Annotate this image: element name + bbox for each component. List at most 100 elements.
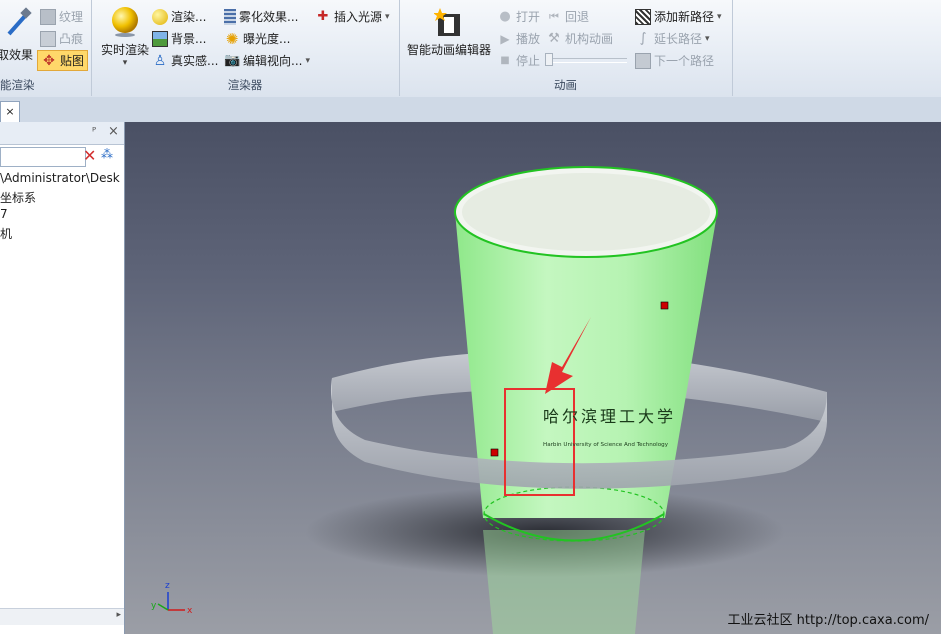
animation-slider[interactable] xyxy=(545,53,627,66)
bump-label: 凸痕 xyxy=(59,32,84,46)
decal-button[interactable]: ✥ 贴图 xyxy=(37,50,89,71)
texture-button[interactable]: 纹理 xyxy=(40,8,83,25)
light-insert-icon: ✚ xyxy=(317,8,329,24)
edit-view-label: 编辑视向... xyxy=(243,54,303,68)
rewind-button[interactable]: ⏮ 回退 xyxy=(546,8,589,25)
tree-item-coordinate-system[interactable]: 坐标系 xyxy=(0,189,120,206)
panel-header: ᴾ × xyxy=(0,122,124,145)
sphere-icon xyxy=(112,7,138,37)
next-path-button[interactable]: 下一个路径 xyxy=(635,52,714,69)
tree-item-path[interactable]: \Administrator\Desk xyxy=(0,171,120,185)
close-icon: × xyxy=(5,105,15,118)
landscape-icon xyxy=(152,30,168,47)
realism-label: 真实感... xyxy=(171,54,219,68)
film-star-icon xyxy=(433,8,460,36)
render-label: 渲染... xyxy=(171,10,207,24)
realism-button[interactable]: ♙ 真实感... xyxy=(152,52,219,69)
exposure-label: 曝光度... xyxy=(243,32,291,46)
sun-icon: ✺ xyxy=(225,29,239,48)
background-label: 背景... xyxy=(171,32,207,46)
bump-button[interactable]: 凸痕 xyxy=(40,30,83,47)
cup-decal-english: Harbin University of Science And Technol… xyxy=(543,442,669,448)
wrench-icon: ⚒ xyxy=(548,30,560,46)
axis-y-label: y xyxy=(151,601,157,611)
next-path-label: 下一个路径 xyxy=(654,54,715,68)
pick-effect-label: 取效果 xyxy=(0,48,34,62)
document-tab-strip xyxy=(0,97,941,123)
rewind-label: 回退 xyxy=(565,10,590,24)
cup-decal-chinese: 哈尔滨理工大学 xyxy=(543,407,676,426)
group2-label: 渲染器 xyxy=(227,78,263,92)
record-icon: ● xyxy=(499,8,511,24)
group1-label: 能渲染 xyxy=(0,78,35,92)
clapper-icon xyxy=(635,8,651,25)
yellow-sphere-icon xyxy=(152,8,168,25)
stop-icon: ■ xyxy=(500,54,510,66)
play-label: 播放 xyxy=(516,32,541,46)
scene-canvas: 哈尔滨理工大学 Harbin University of Science And… xyxy=(151,166,827,634)
person-icon: ♙ xyxy=(153,52,167,69)
design-tree-panel: ᴾ × ✕ ⁂ \Administrator\Desk 坐标系 7 机 ▸ xyxy=(0,122,125,634)
group-smart-render: 取效果 纹理 凸痕 ✥ 贴图 能渲染 xyxy=(0,0,92,96)
add-path-label: 添加新路径 xyxy=(654,10,715,24)
play-button[interactable]: ▶ 播放 xyxy=(497,30,540,47)
open-button[interactable]: ● 打开 xyxy=(497,8,540,25)
realtime-render-button[interactable]: 实时渲染 ▾ xyxy=(96,6,154,68)
realtime-render-label: 实时渲染 xyxy=(100,43,149,57)
stop-label: 停止 xyxy=(516,54,541,68)
move-arrows-icon: ✥ xyxy=(43,52,55,69)
texture-label: 纹理 xyxy=(59,10,84,24)
horizontal-scrollbar[interactable]: ▸ xyxy=(0,608,124,625)
insert-light-label: 插入光源 xyxy=(334,10,383,24)
watermark-text: 工业云社区 http://top.caxa.com/ xyxy=(727,613,929,628)
group-animation: 智能动画编辑器 ● 打开 ⏮ 回退 ▶ 播放 ⚒ 机构动画 ■ 停止 添加新路径 xyxy=(399,0,733,96)
edit-view-button[interactable]: 📷 编辑视向... xyxy=(224,52,310,69)
axis-triad: z x y xyxy=(151,581,193,616)
eyedropper-icon xyxy=(7,7,32,36)
tree-item-2[interactable]: 7 xyxy=(0,207,120,221)
extend-path-button[interactable]: ∫ 延长路径 xyxy=(635,30,710,47)
panel-search-input[interactable] xyxy=(0,147,86,167)
pick-effect-button[interactable]: 取效果 xyxy=(0,6,36,62)
texture-icon xyxy=(40,8,56,25)
extend-path-label: 延长路径 xyxy=(654,32,703,46)
group-renderer: 实时渲染 ▾ 渲染... 背景... ♙ 真实感... 雾化效果... ✺ 曝光… xyxy=(91,0,400,96)
path-curve-icon: ∫ xyxy=(639,30,647,46)
stop-button[interactable]: ■ 停止 xyxy=(497,52,540,69)
axis-x-label: x xyxy=(187,606,193,616)
pin-icon[interactable]: ᴾ xyxy=(92,125,96,138)
fog-effect-button[interactable]: 雾化效果... xyxy=(224,8,298,25)
tree-item-3[interactable]: 机 xyxy=(0,225,120,242)
cup-reflection xyxy=(483,530,645,634)
add-path-button[interactable]: 添加新路径 xyxy=(635,8,722,25)
smart-animation-editor-label: 智能动画编辑器 xyxy=(406,43,491,57)
document-tab-close-button[interactable]: × xyxy=(0,101,20,122)
realtime-render-dropdown-icon: ▾ xyxy=(122,58,128,68)
sort-tree-icon[interactable]: ⁂ xyxy=(101,147,113,161)
rewind-icon: ⏮ xyxy=(549,9,559,23)
background-button[interactable]: 背景... xyxy=(152,30,206,47)
smart-animation-editor-button[interactable]: 智能动画编辑器 xyxy=(404,8,494,58)
control-point[interactable] xyxy=(660,301,669,310)
bump-icon xyxy=(40,30,56,47)
render-button[interactable]: 渲染... xyxy=(152,8,206,25)
cup-inner xyxy=(462,173,710,251)
control-point[interactable] xyxy=(490,448,499,457)
clear-search-icon[interactable]: ✕ xyxy=(83,146,96,165)
scroll-right-icon[interactable]: ▸ xyxy=(116,610,121,620)
open-label: 打开 xyxy=(516,10,541,24)
mechanism-animation-button[interactable]: ⚒ 机构动画 xyxy=(546,30,613,47)
fog-effect-label: 雾化效果... xyxy=(239,10,299,24)
exposure-button[interactable]: ✺ 曝光度... xyxy=(224,29,291,48)
3d-viewport[interactable]: 哈尔滨理工大学 Harbin University of Science And… xyxy=(125,122,941,634)
insert-light-button[interactable]: ✚ 插入光源 xyxy=(315,8,390,25)
decal-label: 贴图 xyxy=(60,54,85,68)
camera-icon: 📷 xyxy=(224,52,241,68)
slider-thumb[interactable] xyxy=(545,53,553,66)
play-icon: ▶ xyxy=(500,31,510,46)
next-path-icon xyxy=(635,52,651,69)
panel-close-icon[interactable]: × xyxy=(108,124,119,139)
group3-label: 动画 xyxy=(554,78,577,92)
ribbon: 取效果 纹理 凸痕 ✥ 贴图 能渲染 实时渲染 ▾ 渲染... 背景... ♙ … xyxy=(0,0,941,98)
fog-icon xyxy=(224,8,236,25)
